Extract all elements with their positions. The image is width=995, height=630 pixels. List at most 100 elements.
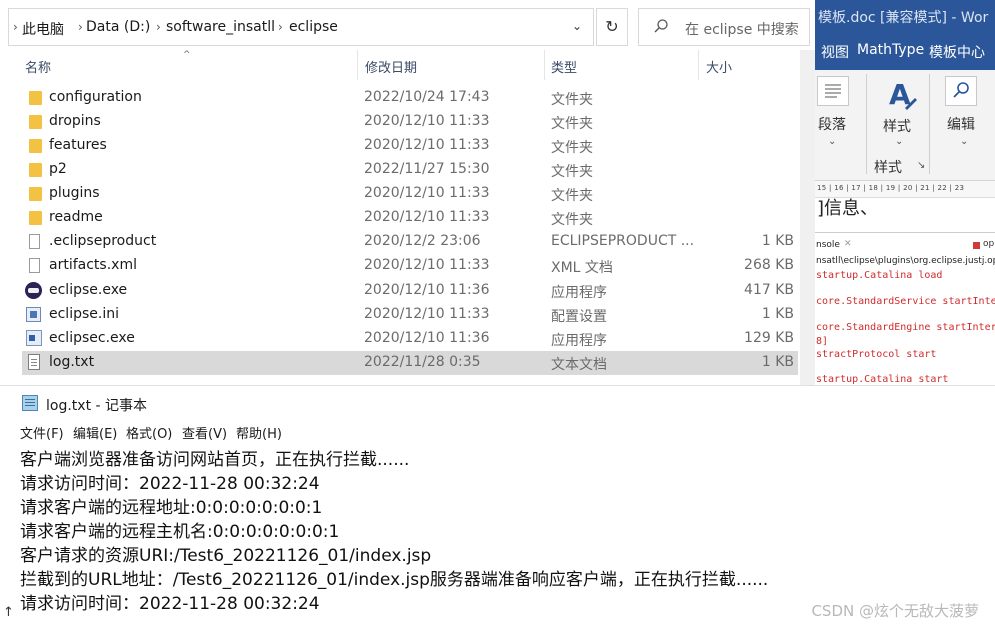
text-line: 请求客户端的远程地址:0:0:0:0:0:0:0:1 bbox=[20, 498, 323, 518]
console-line: stractProtocol start bbox=[816, 349, 937, 360]
menu-format[interactable]: 格式(O) bbox=[126, 423, 172, 442]
file-name: .eclipseproduct bbox=[49, 233, 157, 249]
text-line: 请求客户端的远程主机名:0:0:0:0:0:0:0:1 bbox=[20, 522, 340, 542]
file-date: 2020/12/10 11:33 bbox=[364, 209, 490, 225]
folder-icon bbox=[29, 115, 42, 129]
vertical-scrollbar[interactable] bbox=[800, 50, 815, 385]
console-line: core.StandardService startInter bbox=[816, 296, 995, 307]
console-toolbar-text: op bbox=[983, 239, 995, 249]
file-row[interactable]: dropins 2020/12/10 11:33 文件夹 bbox=[22, 110, 798, 134]
text-line: 拦截到的URL地址：/Test6_20221126_01/index.jsp服务… bbox=[20, 570, 769, 590]
word-window: 模板.doc [兼容模式] - Wor 视图 MathType 模板中心 段落 … bbox=[815, 0, 995, 385]
file-size: 1 KB bbox=[761, 306, 794, 322]
file-type: 文件夹 bbox=[551, 116, 593, 132]
breadcrumb-this-pc[interactable]: 此电脑 bbox=[22, 19, 64, 39]
chevron-down-icon[interactable]: ⌄ bbox=[572, 19, 582, 33]
eclipse-app-icon bbox=[25, 282, 42, 299]
file-name: readme bbox=[49, 209, 103, 225]
find-icon bbox=[945, 76, 977, 106]
ribbon-divider bbox=[929, 74, 930, 174]
column-header-row: ^ 名称 修改日期 类型 大小 bbox=[0, 50, 802, 80]
scroll-up-icon[interactable]: ↑ bbox=[3, 605, 14, 620]
file-type: 文件夹 bbox=[551, 164, 593, 180]
search-input[interactable]: 在 eclipse 中搜索 bbox=[638, 8, 810, 46]
file-type: 文件夹 bbox=[551, 212, 593, 228]
tab-template-center[interactable]: 模板中心 bbox=[929, 42, 985, 62]
chevron-right-icon: › bbox=[156, 20, 161, 34]
file-name: artifacts.xml bbox=[49, 257, 137, 273]
tab-view[interactable]: 视图 bbox=[821, 42, 849, 62]
file-date: 2022/11/28 0:35 bbox=[364, 354, 481, 370]
file-row[interactable]: plugins 2020/12/10 11:33 文件夹 bbox=[22, 182, 798, 206]
console-line: startup.Catalina load bbox=[816, 270, 943, 281]
folder-icon bbox=[29, 163, 42, 177]
tab-mathtype[interactable]: MathType bbox=[857, 42, 924, 58]
column-header-type[interactable]: 类型 bbox=[551, 57, 577, 76]
close-icon[interactable]: ✕ bbox=[844, 239, 852, 249]
menu-view[interactable]: 查看(V) bbox=[182, 423, 227, 442]
file-row[interactable]: p2 2022/11/27 15:30 文件夹 bbox=[22, 158, 798, 182]
breadcrumb-software-folder[interactable]: software_insatll bbox=[166, 19, 275, 35]
breadcrumb-eclipse[interactable]: eclipse bbox=[289, 19, 338, 35]
folder-icon bbox=[29, 187, 42, 201]
file-row[interactable]: eclipse.exe 2020/12/10 11:36 应用程序 417 KB bbox=[22, 279, 798, 303]
file-row[interactable]: .eclipseproduct 2020/12/2 23:06 ECLIPSEP… bbox=[22, 230, 798, 254]
column-header-date[interactable]: 修改日期 bbox=[365, 57, 417, 76]
column-header-size[interactable]: 大小 bbox=[706, 57, 732, 76]
file-row[interactable]: configuration 2022/10/24 17:43 文件夹 bbox=[22, 86, 798, 110]
folder-icon bbox=[29, 91, 42, 105]
stop-icon[interactable] bbox=[973, 242, 980, 249]
menu-help[interactable]: 帮助(H) bbox=[236, 423, 282, 442]
file-explorer-window: › 此电脑 › Data (D:) › software_insatll › e… bbox=[0, 0, 815, 385]
word-title-bar: 模板.doc [兼容模式] - Wor bbox=[815, 0, 995, 34]
file-row[interactable]: eclipsec.exe 2020/12/10 11:36 应用程序 129 K… bbox=[22, 327, 798, 351]
file-date: 2022/11/27 15:30 bbox=[364, 161, 490, 177]
file-name: eclipse.ini bbox=[49, 306, 119, 322]
column-header-name[interactable]: 名称 bbox=[25, 57, 51, 76]
file-size: 1 KB bbox=[761, 233, 794, 249]
column-divider[interactable] bbox=[698, 50, 699, 80]
file-row[interactable]: artifacts.xml 2020/12/10 11:33 XML 文档 26… bbox=[22, 254, 798, 278]
file-name: eclipse.exe bbox=[49, 282, 128, 298]
text-file-icon bbox=[28, 354, 40, 370]
file-row-selected[interactable]: log.txt 2022/11/28 0:35 文本文档 1 KB bbox=[22, 351, 798, 375]
folder-icon bbox=[29, 139, 42, 153]
file-size: 417 KB bbox=[744, 282, 794, 298]
file-type: 配置设置 bbox=[551, 309, 607, 325]
file-date: 2020/12/10 11:36 bbox=[364, 282, 490, 298]
paragraph-button[interactable]: 段落 bbox=[818, 114, 846, 134]
styles-button[interactable]: 样式 bbox=[883, 116, 911, 136]
text-line: 请求访问时间：2022-11-28 00:32:24 bbox=[20, 474, 320, 494]
file-row[interactable]: eclipse.ini 2020/12/10 11:33 配置设置 1 KB bbox=[22, 303, 798, 327]
dialog-launcher-icon[interactable]: ↘ bbox=[917, 160, 925, 171]
console-process-path: nsatll\eclipse\plugins\org.eclipse.justj… bbox=[816, 256, 995, 266]
chevron-right-icon: › bbox=[78, 20, 83, 34]
word-ribbon-tabs: 视图 MathType 模板中心 bbox=[815, 34, 995, 70]
breadcrumb-drive-d[interactable]: Data (D:) bbox=[86, 19, 150, 35]
file-type: ECLIPSEPRODUCT ... bbox=[551, 233, 695, 249]
file-icon bbox=[29, 234, 40, 249]
file-row[interactable]: readme 2020/12/10 11:33 文件夹 bbox=[22, 206, 798, 230]
file-date: 2022/10/24 17:43 bbox=[364, 89, 490, 105]
file-type: 应用程序 bbox=[551, 285, 607, 301]
ruler-marks: 15 | 16 | 17 | 18 | 19 | 20 | 21 | 22 | … bbox=[817, 184, 965, 192]
file-icon bbox=[29, 258, 40, 273]
address-bar[interactable]: › 此电脑 › Data (D:) › software_insatll › e… bbox=[8, 8, 594, 46]
file-type: 文件夹 bbox=[551, 140, 593, 156]
file-name: plugins bbox=[49, 185, 100, 201]
file-size: 129 KB bbox=[744, 330, 794, 346]
column-divider[interactable] bbox=[357, 50, 358, 80]
text-line: 请求访问时间：2022-11-28 00:32:24 bbox=[20, 594, 320, 614]
chevron-down-icon: ⌄ bbox=[960, 136, 969, 147]
column-divider[interactable] bbox=[544, 50, 545, 80]
notepad-window: log.txt - 记事本 文件(F) 编辑(E) 格式(O) 查看(V) 帮助… bbox=[0, 385, 995, 630]
console-tab[interactable]: nsole bbox=[816, 240, 840, 250]
search-icon bbox=[654, 19, 668, 33]
menu-file[interactable]: 文件(F) bbox=[20, 423, 64, 442]
edit-button[interactable]: 编辑 bbox=[947, 114, 975, 134]
refresh-button[interactable]: ↻ bbox=[596, 8, 628, 46]
search-placeholder: 在 eclipse 中搜索 bbox=[685, 22, 799, 38]
menu-edit[interactable]: 编辑(E) bbox=[73, 423, 117, 442]
ribbon-divider bbox=[866, 74, 867, 174]
file-row[interactable]: features 2020/12/10 11:33 文件夹 bbox=[22, 134, 798, 158]
